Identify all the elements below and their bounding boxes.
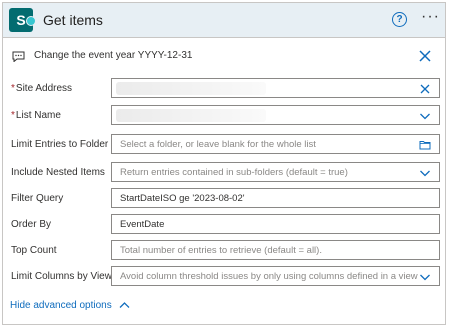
include-nested-row: Include Nested Items Return entries cont… bbox=[3, 162, 445, 184]
include-nested-label: Include Nested Items bbox=[11, 167, 105, 178]
list-name-row: *List Name bbox=[3, 105, 445, 127]
sharepoint-logo-letter: S bbox=[16, 12, 26, 28]
comment-icon[interactable] bbox=[12, 51, 25, 62]
redacted-value bbox=[116, 82, 266, 95]
limit-folder-label: Limit Entries to Folder bbox=[11, 139, 109, 150]
action-note: Change the event year YYYY-12-31 bbox=[3, 46, 445, 70]
order-by-label: Order By bbox=[11, 219, 52, 230]
help-icon[interactable]: ? bbox=[392, 12, 407, 27]
folder-icon[interactable] bbox=[419, 139, 431, 151]
limit-columns-label: Limit Columns by View bbox=[11, 271, 112, 282]
close-icon[interactable] bbox=[417, 48, 433, 64]
order-by-input[interactable]: EventDate bbox=[111, 214, 440, 234]
limit-folder-placeholder: Select a folder, or leave blank for the … bbox=[120, 139, 316, 150]
include-nested-placeholder: Return entries contained in sub-folders … bbox=[120, 167, 348, 178]
site-address-label: *Site Address bbox=[11, 83, 73, 94]
limit-folder-row: Limit Entries to Folder Select a folder,… bbox=[3, 134, 445, 156]
chevron-up-icon bbox=[119, 302, 129, 309]
list-name-label: *List Name bbox=[11, 110, 61, 121]
filter-query-value: StartDateISO ge '2023-08-02' bbox=[120, 193, 245, 204]
redacted-value bbox=[116, 109, 266, 122]
site-address-field[interactable] bbox=[111, 78, 440, 98]
limit-folder-field[interactable]: Select a folder, or leave blank for the … bbox=[111, 134, 440, 154]
chevron-down-icon[interactable] bbox=[419, 271, 431, 283]
get-items-action-card: S Get items ? ··· Change the event year … bbox=[2, 2, 446, 325]
top-count-label: Top Count bbox=[11, 245, 57, 256]
hide-advanced-options-link[interactable]: Hide advanced options bbox=[10, 300, 130, 311]
more-options-icon[interactable]: ··· bbox=[421, 8, 440, 26]
filter-query-row: Filter Query StartDateISO ge '2023-08-02… bbox=[3, 188, 445, 210]
note-text: Change the event year YYYY-12-31 bbox=[34, 50, 193, 61]
filter-query-input[interactable]: StartDateISO ge '2023-08-02' bbox=[111, 188, 440, 208]
top-count-placeholder: Total number of entries to retrieve (def… bbox=[120, 245, 322, 256]
site-address-row: *Site Address bbox=[3, 78, 445, 100]
hide-advanced-options-label: Hide advanced options bbox=[10, 300, 112, 311]
list-name-field[interactable] bbox=[111, 105, 440, 125]
sharepoint-logo-icon: S bbox=[9, 8, 36, 32]
order-by-row: Order By EventDate bbox=[3, 214, 445, 236]
clear-icon[interactable] bbox=[419, 83, 431, 95]
order-by-value: EventDate bbox=[120, 219, 165, 230]
action-title: Get items bbox=[43, 12, 103, 28]
chevron-down-icon[interactable] bbox=[419, 110, 431, 122]
top-count-input[interactable]: Total number of entries to retrieve (def… bbox=[111, 240, 440, 260]
limit-columns-field[interactable]: Avoid column threshold issues by only us… bbox=[111, 266, 440, 286]
action-header[interactable]: S Get items ? ··· bbox=[3, 3, 445, 38]
filter-query-label: Filter Query bbox=[11, 193, 64, 204]
limit-columns-placeholder: Avoid column threshold issues by only us… bbox=[120, 271, 418, 282]
chevron-down-icon[interactable] bbox=[419, 167, 431, 179]
include-nested-field[interactable]: Return entries contained in sub-folders … bbox=[111, 162, 440, 182]
limit-columns-row: Limit Columns by View Avoid column thres… bbox=[3, 266, 445, 288]
top-count-row: Top Count Total number of entries to ret… bbox=[3, 240, 445, 262]
